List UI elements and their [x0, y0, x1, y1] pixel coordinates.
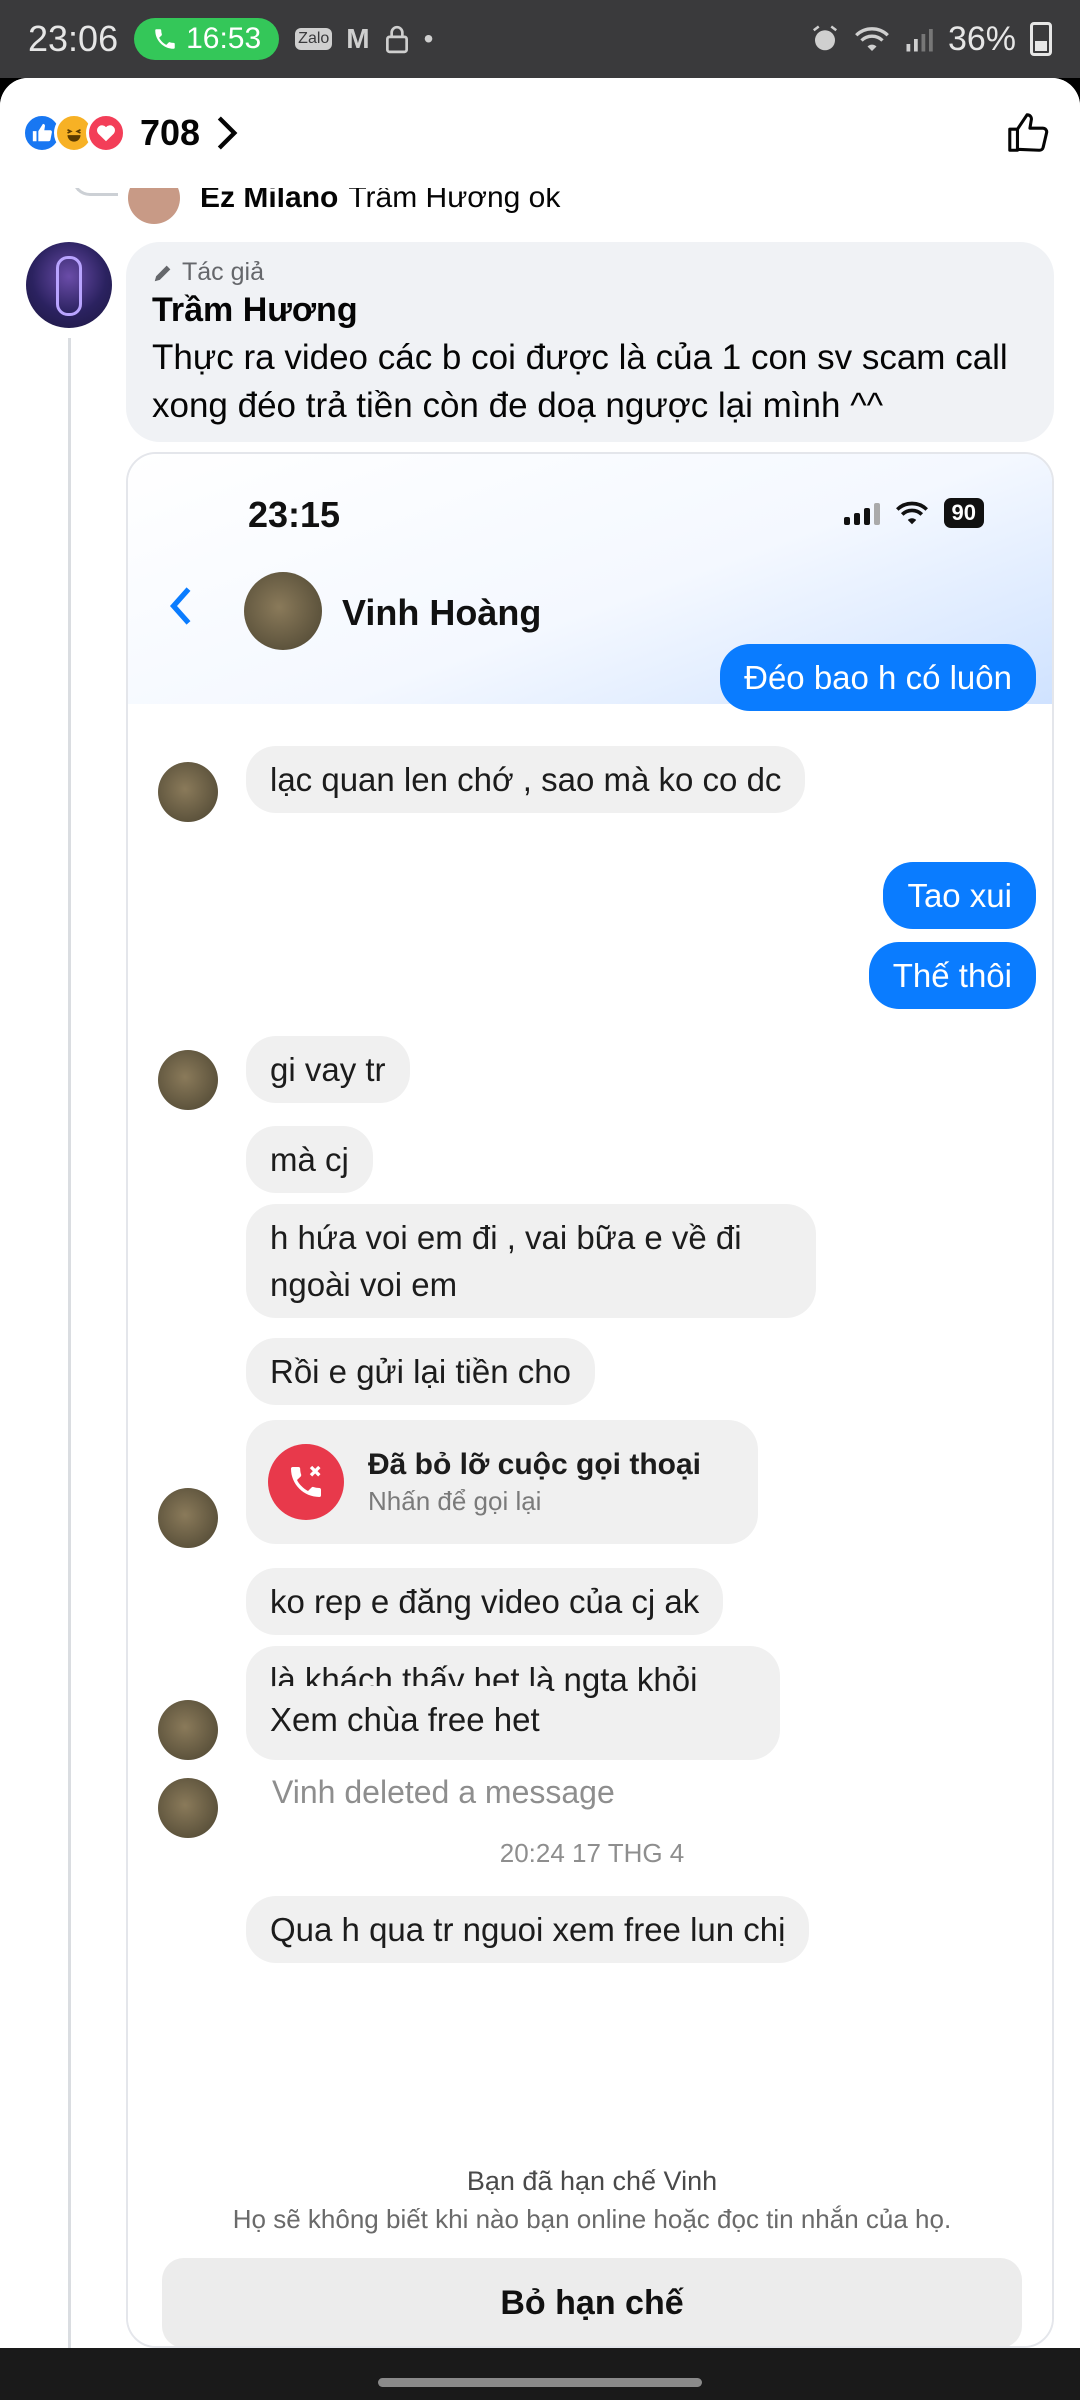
missed-call-icon	[268, 1444, 344, 1520]
message-outgoing: Tao xui	[883, 862, 1036, 929]
restrict-subtitle: Họ sẽ không biết khi nào bạn online hoặc…	[232, 2204, 952, 2234]
reaction-icons	[22, 113, 126, 153]
more-notifications-icon: •	[423, 23, 434, 54]
message-outgoing: Đéo bao h có luôn	[720, 644, 1036, 711]
contact-name: Vinh Hoàng	[342, 592, 542, 633]
reaction-count: 708	[140, 112, 201, 153]
restrict-title: Bạn đã hạn chế Vinh	[466, 2166, 718, 2196]
love-icon	[86, 113, 126, 153]
wifi-icon	[855, 27, 889, 51]
cell-signal-icon	[843, 501, 880, 525]
comment-text: Thực ra video các b coi được là của 1 co…	[152, 338, 1008, 425]
message-incoming: h hứa voi em đi , vai bữa e về đi ngoài …	[246, 1204, 816, 1318]
deleted-message-note: Vinh deleted a message	[272, 1774, 615, 1810]
attached-screenshot[interactable]: 23:15 90 Vinh Hoàng Đéo bao h có luôn lạ…	[126, 452, 1054, 2348]
message-line: ngoài voi em	[270, 1266, 458, 1303]
avatar	[158, 1700, 218, 1760]
author-badge-label: Tác giả	[182, 258, 264, 286]
comment-author-name[interactable]: Trầm Hương	[152, 291, 1028, 330]
missed-call-title: Đã bỏ lỡ cuộc gọi thoại	[368, 1447, 702, 1481]
status-bar: 23:06 16:53 Zalo M • 36%	[0, 0, 1080, 78]
comment-bubble[interactable]: Tác giả Trầm Hương Thực ra video các b c…	[126, 242, 1054, 442]
restrict-banner: Bạn đã hạn chế Vinh Họ sẽ không biết khi…	[128, 2154, 1052, 2346]
screenshot-time: 23:15	[248, 494, 341, 535]
message-incoming: mà cj	[246, 1126, 373, 1193]
home-handle[interactable]	[378, 2378, 702, 2387]
message-incoming: Rồi e gửi lại tiền cho	[246, 1338, 595, 1405]
pencil-icon	[154, 265, 171, 281]
reactions-bar[interactable]: 708	[0, 78, 1080, 188]
gmail-icon: M	[346, 23, 370, 54]
battery-percent: 36%	[947, 19, 1016, 58]
phone-icon	[155, 29, 175, 49]
message-incoming: Xem chùa free het	[246, 1686, 564, 1753]
battery-icon	[1030, 22, 1052, 56]
author-badge: Tác giả	[152, 258, 1028, 287]
avatar	[158, 1488, 218, 1548]
missed-call-subtitle: Nhấn để gọi lại	[368, 1485, 542, 1516]
comments-sheet: 708 Ez Milano Trâm Hương ok Tác giả Trầm…	[0, 78, 1080, 2348]
avatar	[158, 1778, 218, 1838]
back-chevron-icon	[169, 587, 191, 625]
message-incoming: lạc quan len chớ , sao mà ko co dc	[246, 746, 806, 813]
thumbs-up-icon	[1008, 113, 1049, 152]
screenshot-status-icons: 90	[843, 498, 984, 528]
avatar	[244, 572, 322, 650]
wifi-icon	[895, 501, 928, 525]
chevron-right-icon	[217, 116, 238, 150]
cell-signal-icon	[906, 29, 933, 52]
status-time: 23:06	[28, 18, 119, 59]
lock-icon	[385, 25, 408, 54]
battery-badge: 90	[943, 498, 984, 528]
navigation-bar	[0, 2348, 1080, 2400]
ongoing-call-pill[interactable]: 16:53	[134, 18, 280, 60]
avatar	[158, 1050, 218, 1110]
message-incoming: gi vay tr	[246, 1036, 410, 1103]
missed-call-card: Đã bỏ lỡ cuộc gọi thoại Nhấn để gọi lại	[246, 1420, 758, 1544]
like-button[interactable]	[998, 103, 1058, 163]
unrestrict-button: Bỏ hạn chế	[162, 2258, 1022, 2346]
call-duration: 16:53	[186, 22, 262, 55]
zalo-icon: Zalo	[295, 28, 333, 50]
message-line: h hứa voi em đi , vai bữa e về đi	[270, 1219, 742, 1256]
message-incoming: Qua h qua tr nguoi xem free lun chị	[246, 1896, 810, 1963]
message-incoming: ko rep e đăng video của cj ak	[246, 1568, 724, 1635]
message-timestamp: 20:24 17 THG 4	[499, 1838, 685, 1868]
thread-line	[68, 338, 71, 2348]
avatar	[158, 762, 218, 822]
alarm-icon	[812, 25, 837, 51]
message-outgoing: Thế thôi	[868, 942, 1036, 1009]
avatar[interactable]	[26, 242, 112, 328]
